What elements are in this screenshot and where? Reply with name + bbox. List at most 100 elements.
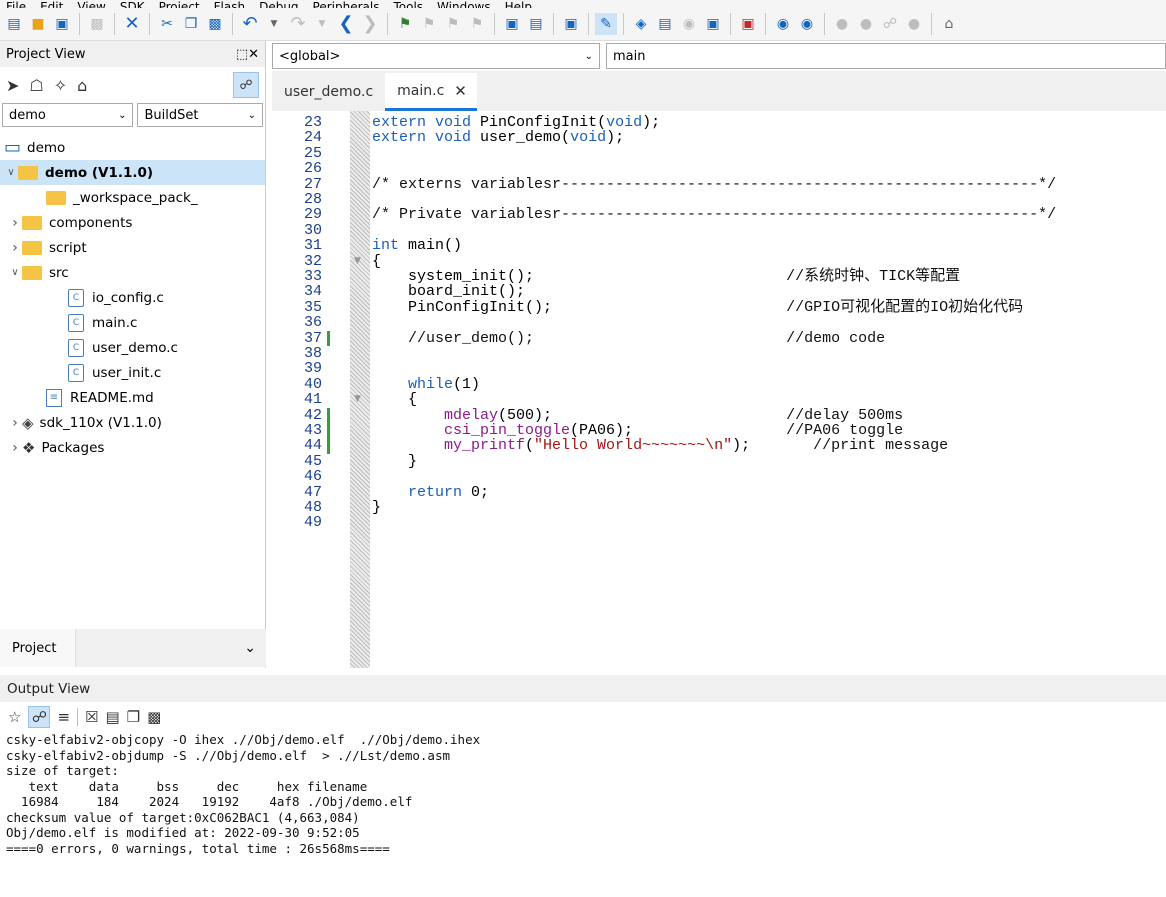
buildset-select[interactable]: BuildSet ⌄ [137, 103, 263, 127]
menu-item-peripherals[interactable]: Peripherals [313, 1, 380, 8]
menu-item-flash[interactable]: Flash [214, 1, 245, 8]
tree-item-label: io_config.c [92, 289, 164, 306]
save-output-icon[interactable]: ▤ [105, 708, 119, 726]
menu-item-windows[interactable]: Windows [437, 1, 491, 8]
chevron-down-icon[interactable]: ⌄ [244, 640, 256, 656]
link-icon[interactable]: ☍ [28, 706, 51, 728]
menu-item-tools[interactable]: Tools [393, 1, 423, 8]
chevron-down-icon: ⌄ [584, 50, 593, 62]
redo-dropdown-icon[interactable]: ▼ [311, 13, 333, 35]
bookmark-next-icon[interactable]: ⚑ [442, 13, 464, 35]
wrap-icon[interactable]: ≡ [57, 708, 70, 726]
bookmark-prev-icon[interactable]: ⚑ [418, 13, 440, 35]
fold-toggle-icon[interactable]: ▼ [354, 394, 361, 404]
link-icon[interactable]: ☍ [879, 13, 901, 35]
tree-item[interactable]: ∨ demo (V1.1.0) [0, 160, 265, 185]
bookmark-icon[interactable]: ⚑ [394, 13, 416, 35]
package-icon[interactable]: ◈ [630, 13, 652, 35]
forward-icon[interactable]: ❯ [359, 13, 381, 35]
project-select[interactable]: demo ⌄ [2, 103, 134, 127]
tree-item[interactable]: › ❖ Packages [0, 435, 265, 460]
home-icon[interactable]: ⌂ [77, 76, 87, 95]
line-number: 42 [303, 406, 322, 424]
undo-dropdown-icon[interactable]: ▼ [263, 13, 285, 35]
close-icon[interactable]: ✕ [121, 13, 143, 35]
tree-item[interactable]: ▭ demo [0, 135, 265, 160]
tab-main-c[interactable]: main.c ✕ [385, 73, 477, 111]
tree-item[interactable]: ≡ README.md [0, 385, 265, 410]
home-icon[interactable]: ⌂ [938, 13, 960, 35]
close-tab-icon[interactable]: ✕ [454, 82, 467, 100]
collapse-icon[interactable]: ✧ [54, 76, 67, 95]
link-editor-icon[interactable]: ☍ [233, 72, 259, 98]
stop-icon[interactable]: ◉ [678, 13, 700, 35]
zoom-in-icon[interactable]: ◉ [772, 13, 794, 35]
watch-icon[interactable]: ● [903, 13, 925, 35]
save-all-icon[interactable]: ▣ [51, 13, 73, 35]
paste-icon[interactable]: ▩ [147, 708, 161, 726]
save-icon[interactable]: ▩ [86, 13, 108, 35]
change-marker [327, 407, 330, 423]
locate-icon[interactable]: ➤ [6, 76, 19, 95]
code-editor[interactable]: 23 24 25 26 27 28 29 30 31 32 33 34 35 36 37 38 39 40 41 42… [272, 111, 1166, 668]
tree-item[interactable]: _workspace_pack_ [0, 185, 265, 210]
zoom-out-icon[interactable]: ◉ [796, 13, 818, 35]
tab-project[interactable]: Project [0, 629, 76, 667]
new-file-icon[interactable]: ▤ [3, 13, 25, 35]
tree-item[interactable]: Cmain.c [0, 310, 265, 335]
tree-item[interactable]: ∨ src [0, 260, 265, 285]
copy-icon[interactable]: ❐ [127, 708, 140, 726]
fold-toggle-icon[interactable]: ▼ [354, 256, 361, 266]
chevron-right-icon[interactable]: › [8, 440, 22, 456]
download-icon[interactable]: ▤ [654, 13, 676, 35]
step-icon[interactable]: ● [831, 13, 853, 35]
function-select[interactable]: main [606, 43, 1166, 69]
menu-item-edit[interactable]: Edit [40, 1, 63, 8]
bookmark-clear-icon[interactable]: ⚑ [466, 13, 488, 35]
flash-erase-icon[interactable]: ▣ [702, 13, 724, 35]
cut-icon[interactable]: ✂ [156, 13, 178, 35]
tree-item[interactable]: Cio_config.c [0, 285, 265, 310]
chevron-right-icon[interactable]: › [8, 240, 22, 256]
output-text[interactable]: csky-elfabiv2-objcopy -O ihex .//Obj/dem… [0, 732, 1166, 856]
scope-select[interactable]: <global> ⌄ [272, 43, 600, 69]
back-icon[interactable]: ❮ [335, 13, 357, 35]
tab-user-demo-c[interactable]: user_demo.c [272, 73, 386, 111]
menu-item-view[interactable]: View [77, 1, 105, 8]
line-number: 37 [303, 329, 322, 347]
redo-icon[interactable]: ↷ [287, 13, 309, 35]
line-number: 33 [303, 268, 322, 285]
paste-icon[interactable]: ▩ [204, 13, 226, 35]
line-number: 31 [303, 237, 322, 255]
menu-item-file[interactable]: File [6, 1, 26, 8]
chevron-down-icon[interactable]: ∨ [4, 167, 18, 178]
workspace-icon[interactable]: ☖ [29, 76, 43, 95]
star-icon[interactable]: ☆ [8, 708, 21, 726]
line-number: 40 [303, 375, 322, 393]
menu-item-project[interactable]: Project [159, 1, 200, 8]
open-folder-icon[interactable]: ■ [27, 13, 49, 35]
panel-pin-close-icon[interactable]: ⬚✕ [236, 47, 259, 62]
undo-icon[interactable]: ↶ [239, 13, 261, 35]
chevron-right-icon[interactable]: › [8, 215, 22, 231]
debug-start-icon[interactable]: ▣ [737, 13, 759, 35]
search-file-icon[interactable]: ▤ [525, 13, 547, 35]
clear-icon[interactable]: ☒ [85, 708, 98, 726]
change-marker [327, 330, 330, 346]
tree-item[interactable]: Cuser_init.c [0, 360, 265, 385]
tree-item[interactable]: › ◈ sdk_110x (V1.1.0) [0, 410, 265, 435]
search-icon[interactable]: ▣ [501, 13, 523, 35]
project-select-value: demo [9, 107, 46, 123]
tree-item[interactable]: › script [0, 235, 265, 260]
menu-item-help[interactable]: Help [505, 1, 532, 8]
step-over-icon[interactable]: ● [855, 13, 877, 35]
chevron-right-icon[interactable]: › [8, 415, 22, 431]
tree-item[interactable]: › components [0, 210, 265, 235]
tree-item[interactable]: Cuser_demo.c [0, 335, 265, 360]
menu-item-debug[interactable]: Debug [259, 1, 298, 8]
copy-icon[interactable]: ❐ [180, 13, 202, 35]
search-replace-icon[interactable]: ▣ [560, 13, 582, 35]
chevron-down-icon[interactable]: ∨ [8, 267, 22, 278]
build-icon[interactable]: ✎ [595, 13, 617, 35]
menu-item-sdk[interactable]: SDK [120, 1, 145, 8]
